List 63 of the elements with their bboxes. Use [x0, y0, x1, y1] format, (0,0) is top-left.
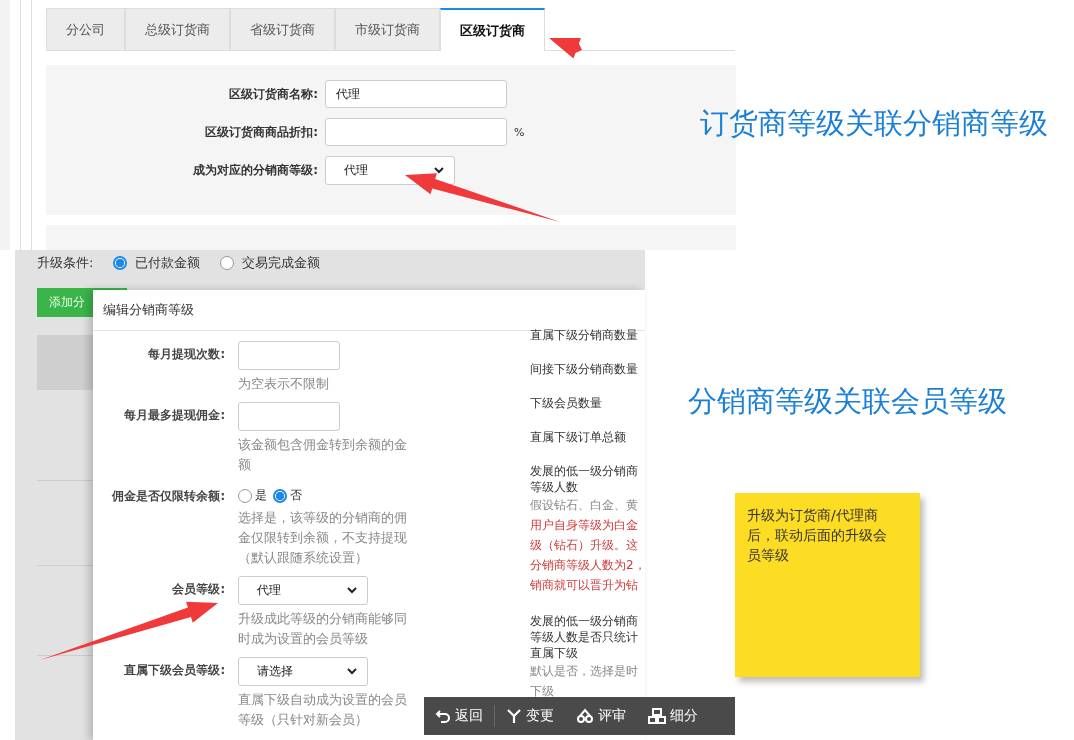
help-text: 该金额包含佣金转到余额的金额 — [238, 436, 408, 474]
help-text: 默认是否，选择是时 — [530, 663, 639, 680]
field-label: 成为对应的分销商等级: — [192, 162, 318, 179]
radio-label: 否 — [290, 487, 302, 504]
chevron-icon — [347, 587, 357, 594]
text-field[interactable] — [325, 118, 507, 146]
radio-button[interactable] — [113, 256, 128, 270]
help-text: 直属下级自动成为设置的会员等级（只针对新会员） — [238, 691, 408, 729]
dropdown[interactable]: 请选择 — [238, 657, 368, 686]
warning-text: 级（钻石）升级。这 — [530, 537, 639, 554]
field-label: 升级条件: — [37, 254, 94, 272]
condition-label: 下级会员数量 — [530, 395, 603, 411]
field-label: 区级订货商名称: — [228, 85, 318, 103]
field-label: 直属下级会员等级: — [123, 662, 225, 678]
help-text: 假设钻石、白金、黄 — [530, 497, 639, 514]
radio-button[interactable] — [273, 488, 287, 503]
toolbar-button[interactable]: 返回 — [424, 697, 494, 735]
tab[interactable]: 市级订货商 — [335, 8, 440, 50]
arrow — [549, 37, 582, 59]
field-label: 会员等级: — [171, 581, 225, 597]
tab[interactable]: 总级订货商 — [125, 8, 230, 50]
help-text: 下级 — [530, 683, 555, 700]
radio-button[interactable] — [220, 256, 235, 270]
caption: 订货商等级关联分销商等级 — [700, 105, 1048, 142]
glasses-icon — [576, 708, 594, 724]
toolbar-button[interactable]: 细分 — [637, 697, 709, 735]
help-text: 选择是，该等级的分销商的佣金仅限转到余额，不支持提现（默认跟随系统设置） — [238, 509, 408, 567]
toolbar-button[interactable]: 变更 — [495, 697, 565, 735]
radio-label: 是 — [255, 487, 267, 504]
squares-icon — [648, 708, 666, 724]
caption: 分销商等级关联会员等级 — [688, 383, 1007, 420]
help-text: 升级成此等级的分销商能够同时成为设置的会员等级 — [238, 610, 408, 648]
radio-label: 已付款金额 — [135, 254, 201, 272]
warning-text: 销商就可以晋升为钻 — [530, 577, 639, 594]
condition-label: 发展的低一级分销商等级人数是否只统计直属下级 — [530, 613, 639, 661]
dropdown[interactable]: 代理 — [238, 576, 368, 605]
warning-text: 用户自身等级为白金 — [530, 517, 639, 534]
toolbar-button[interactable]: 评审 — [565, 697, 637, 735]
warning-text: 分销商等级人数为2， — [530, 557, 645, 574]
field-label: 每月最多提现佣金: — [123, 407, 225, 423]
tab[interactable]: 分公司 — [46, 8, 125, 50]
condition-label: 直属下级分销商数量 — [530, 327, 639, 343]
condition-label: 发展的低一级分销商等级人数 — [530, 463, 639, 495]
chevron-icon — [347, 668, 357, 675]
field-label: 区级订货商商品折扣: — [204, 123, 318, 141]
text-field[interactable]: 代理 — [325, 80, 507, 108]
tab[interactable]: 省级订货商 — [230, 8, 335, 50]
condition-label: 直属下级订单总额 — [530, 429, 627, 445]
tab[interactable]: 区级订货商 — [440, 8, 545, 51]
branch-icon — [506, 708, 522, 724]
help-text: 为空表示不限制 — [238, 375, 330, 393]
sticky-note: 升级为订货商/代理商后，联动后面的升级会员等级 — [735, 493, 920, 677]
radio-label: 交易完成金额 — [242, 254, 321, 272]
dropdown[interactable]: 代理 — [325, 156, 455, 185]
radio-button[interactable] — [238, 488, 252, 503]
percent-sign: % — [514, 125, 525, 139]
text-field[interactable] — [238, 402, 340, 431]
field-label: 佣金是否仅限转余额: — [111, 488, 225, 504]
field-label: 每月提现次数: — [147, 346, 225, 362]
text-field[interactable] — [238, 341, 340, 370]
undo-icon — [435, 708, 451, 724]
chevron-icon — [434, 167, 444, 174]
condition-label: 间接下级分销商数量 — [530, 361, 639, 377]
